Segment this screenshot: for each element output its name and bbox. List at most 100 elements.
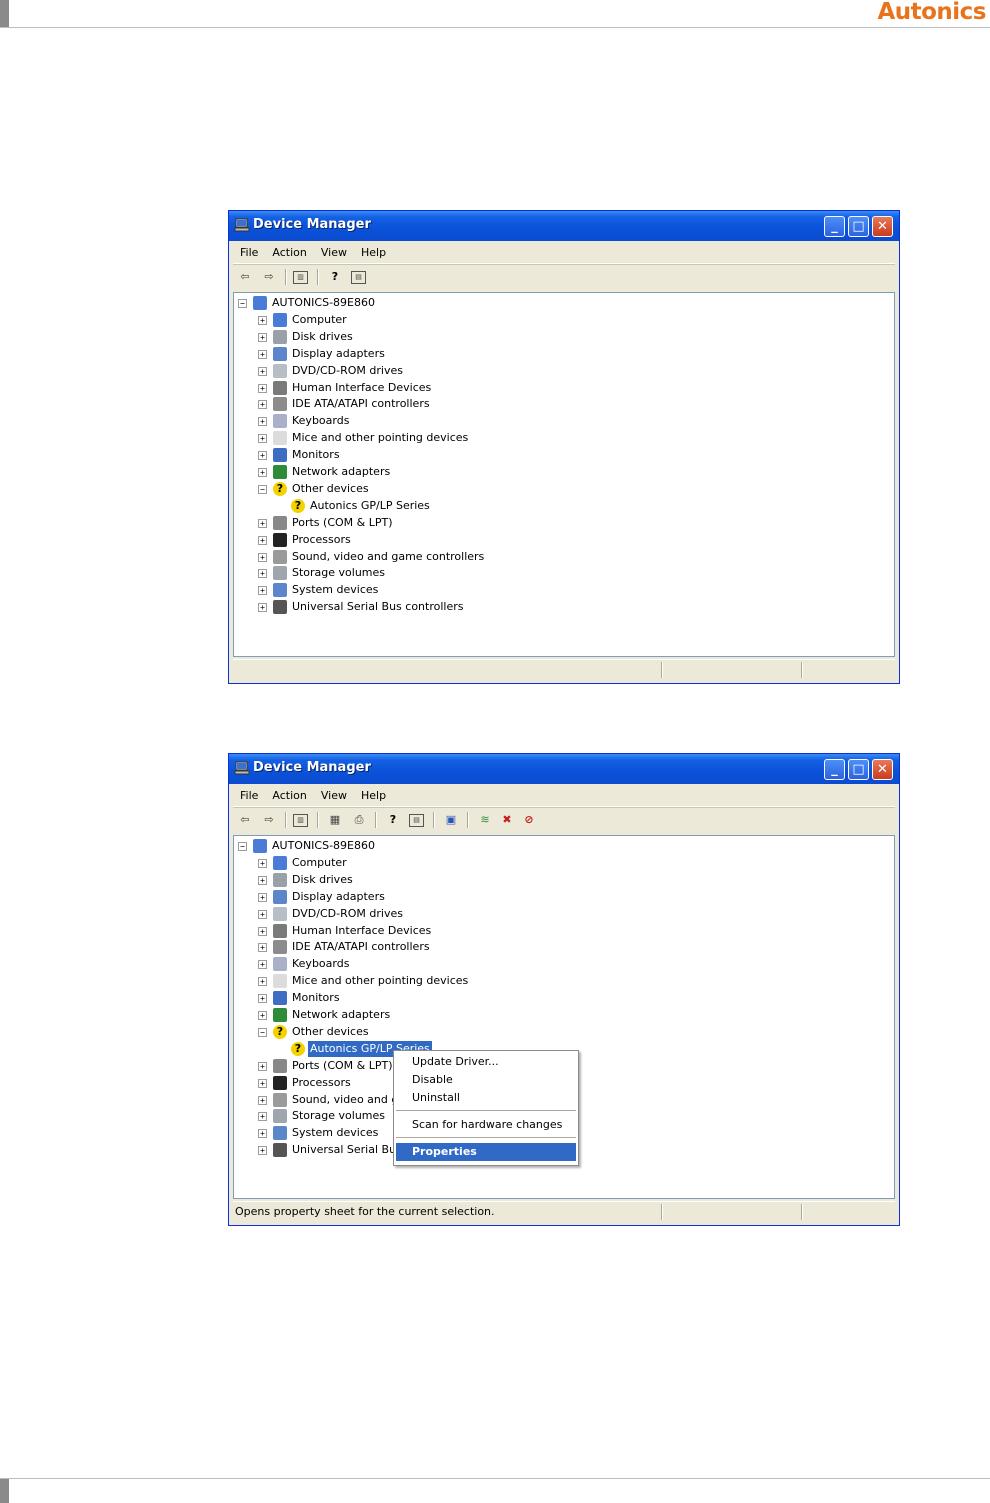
update-driver-icon[interactable]: ≋ <box>477 812 493 828</box>
expand-toggle-icon[interactable]: + <box>258 1095 267 1105</box>
properties-pane-icon[interactable]: ▤ <box>351 271 366 284</box>
tree-item[interactable]: + DVD/CD-ROM drives <box>234 906 894 922</box>
menu-item-update-driver[interactable]: Update Driver... <box>396 1053 576 1071</box>
tree-item[interactable]: + Disk drives <box>234 872 894 888</box>
tree-item[interactable]: −? Other devices <box>234 1024 894 1040</box>
tree-item[interactable]: + Disk drives <box>234 329 894 345</box>
tree-item[interactable]: + IDE ATA/ATAPI controllers <box>234 396 894 412</box>
expand-toggle-icon[interactable]: + <box>258 1146 267 1156</box>
title-bar[interactable]: Device Manager _ □ ✕ <box>229 754 899 784</box>
tree-item[interactable]: + Monitors <box>234 990 894 1006</box>
forward-arrow-icon[interactable]: ⇨ <box>261 812 277 828</box>
expand-toggle-icon[interactable]: + <box>258 552 267 562</box>
tree-root[interactable]: − AUTONICS-89E860 <box>234 295 894 311</box>
tree-item[interactable]: + Processors <box>234 532 894 548</box>
forward-arrow-icon[interactable]: ⇨ <box>261 269 277 285</box>
menu-view[interactable]: View <box>314 784 354 802</box>
expand-toggle-icon[interactable]: + <box>258 960 267 970</box>
tree-item[interactable]: + Display adapters <box>234 889 894 905</box>
back-arrow-icon[interactable]: ⇦ <box>237 812 253 828</box>
tree-item[interactable]: + Display adapters <box>234 346 894 362</box>
expand-toggle-icon[interactable]: + <box>258 518 267 528</box>
tree-item[interactable]: + DVD/CD-ROM drives <box>234 363 894 379</box>
expand-toggle-icon[interactable]: + <box>258 383 267 393</box>
tree-item[interactable]: + Mice and other pointing devices <box>234 430 894 446</box>
tree-item[interactable]: + Storage volumes <box>234 565 894 581</box>
expand-toggle-icon[interactable]: + <box>258 1129 267 1139</box>
tree-item[interactable]: + Sound, video and game controllers <box>234 549 894 565</box>
expand-toggle-icon[interactable]: + <box>258 366 267 376</box>
tree-item[interactable]: + Ports (COM & LPT) <box>234 515 894 531</box>
tree-item[interactable]: + Mice and other pointing devices <box>234 973 894 989</box>
collapse-toggle-icon[interactable]: − <box>258 484 267 494</box>
help-icon[interactable]: ? <box>385 812 401 828</box>
expand-toggle-icon[interactable]: + <box>258 332 267 342</box>
tree-item[interactable]: + Monitors <box>234 447 894 463</box>
menu-file[interactable]: File <box>233 241 265 259</box>
expand-toggle-icon[interactable]: + <box>258 943 267 953</box>
tree-item[interactable]: + IDE ATA/ATAPI controllers <box>234 939 894 955</box>
tree-item[interactable]: + Keyboards <box>234 413 894 429</box>
expand-toggle-icon[interactable]: + <box>258 875 267 885</box>
tree-root[interactable]: − AUTONICS-89E860 <box>234 838 894 854</box>
back-arrow-icon[interactable]: ⇦ <box>237 269 253 285</box>
close-button[interactable]: ✕ <box>872 216 893 237</box>
expand-toggle-icon[interactable]: + <box>258 434 267 444</box>
expand-toggle-icon[interactable]: + <box>258 977 267 987</box>
menu-item-disable[interactable]: Disable <box>396 1071 576 1089</box>
expand-toggle-icon[interactable]: + <box>258 569 267 579</box>
minimize-button[interactable]: _ <box>824 216 845 237</box>
expand-toggle-icon[interactable]: + <box>258 417 267 427</box>
expand-toggle-icon[interactable]: + <box>258 926 267 936</box>
maximize-button[interactable]: □ <box>848 759 869 780</box>
tree-item-autonics-device[interactable]: ? Autonics GP/LP Series <box>234 498 894 514</box>
menu-file[interactable]: File <box>233 784 265 802</box>
title-bar[interactable]: Device Manager _ □ ✕ <box>229 211 899 241</box>
expand-toggle-icon[interactable]: + <box>258 892 267 902</box>
menu-item-scan-hardware[interactable]: Scan for hardware changes <box>396 1116 576 1134</box>
properties-pane-icon[interactable]: ▤ <box>409 814 424 827</box>
uninstall-device-icon[interactable]: ⊘ <box>521 812 537 828</box>
expand-toggle-icon[interactable]: + <box>258 603 267 613</box>
tree-item[interactable]: + Universal Serial Bus controllers <box>234 599 894 615</box>
menu-view[interactable]: View <box>314 241 354 259</box>
tree-item[interactable]: + Computer <box>234 855 894 871</box>
expand-toggle-icon[interactable]: + <box>258 858 267 868</box>
tree-item[interactable]: + Human Interface Devices <box>234 380 894 396</box>
tree-item[interactable]: + Network adapters <box>234 1007 894 1023</box>
expand-toggle-icon[interactable]: + <box>258 315 267 325</box>
collapse-toggle-icon[interactable]: − <box>238 299 247 308</box>
expand-toggle-icon[interactable]: + <box>258 1112 267 1122</box>
expand-toggle-icon[interactable]: + <box>258 451 267 461</box>
menu-action[interactable]: Action <box>265 784 313 802</box>
scan-hardware-icon[interactable]: ▣ <box>443 812 459 828</box>
expand-toggle-icon[interactable]: + <box>258 1061 267 1071</box>
menu-item-uninstall[interactable]: Uninstall <box>396 1089 576 1107</box>
expand-toggle-icon[interactable]: + <box>258 586 267 596</box>
menu-item-properties[interactable]: Properties <box>396 1143 576 1161</box>
tree-item[interactable]: −? Other devices <box>234 481 894 497</box>
expand-toggle-icon[interactable]: + <box>258 400 267 410</box>
expand-toggle-icon[interactable]: + <box>258 1078 267 1088</box>
help-icon[interactable]: ? <box>327 269 343 285</box>
expand-toggle-icon[interactable]: + <box>258 1011 267 1020</box>
show-hide-tree-icon[interactable]: ▥ <box>293 814 308 827</box>
expand-toggle-icon[interactable]: + <box>258 468 267 477</box>
tree-item[interactable]: + Human Interface Devices <box>234 923 894 939</box>
disable-device-icon[interactable]: ✖ <box>499 812 515 828</box>
collapse-toggle-icon[interactable]: − <box>258 1027 267 1037</box>
tree-item[interactable]: + Keyboards <box>234 956 894 972</box>
properties-icon[interactable]: ▦ <box>327 812 343 828</box>
tree-item[interactable]: + Computer <box>234 312 894 328</box>
print-icon[interactable]: ⎙ <box>351 812 367 828</box>
tree-item[interactable]: + System devices <box>234 582 894 598</box>
minimize-button[interactable]: _ <box>824 759 845 780</box>
expand-toggle-icon[interactable]: + <box>258 909 267 919</box>
collapse-toggle-icon[interactable]: − <box>238 842 247 851</box>
menu-help[interactable]: Help <box>354 241 393 259</box>
close-button[interactable]: ✕ <box>872 759 893 780</box>
tree-item[interactable]: + Network adapters <box>234 464 894 480</box>
menu-help[interactable]: Help <box>354 784 393 802</box>
menu-action[interactable]: Action <box>265 241 313 259</box>
maximize-button[interactable]: □ <box>848 216 869 237</box>
